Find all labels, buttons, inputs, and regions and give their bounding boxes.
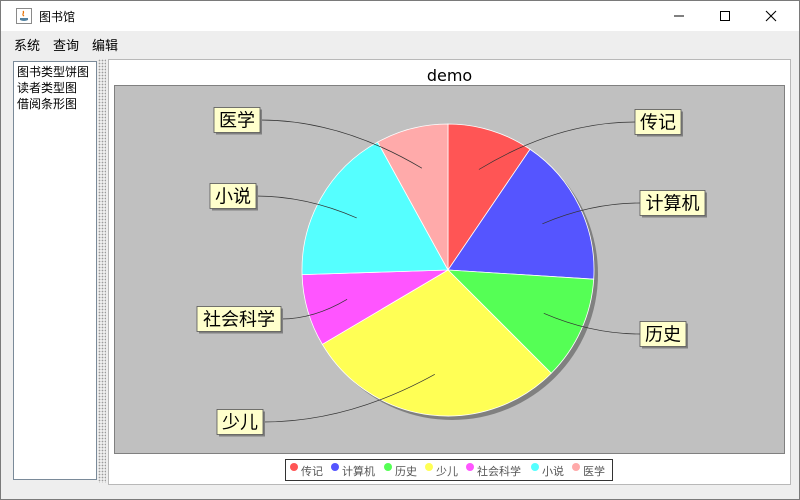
minimize-icon — [674, 15, 684, 17]
menu-bar: 系统 查询 编辑 — [1, 31, 799, 54]
slice-label-text-2: 计算机 — [646, 194, 700, 215]
java-app-icon — [16, 8, 32, 24]
legend-swatch-2 — [331, 463, 339, 471]
chart-tree: 图书类型饼图 读者类型图 借阅条形图 — [13, 61, 97, 480]
slice-label-text-3: 历史 — [645, 325, 681, 346]
minimize-button[interactable] — [656, 1, 702, 31]
maximize-icon — [720, 11, 730, 21]
legend-swatch-5 — [466, 463, 474, 471]
menu-query[interactable]: 查询 — [53, 35, 79, 54]
window-bottom-edge — [1, 485, 799, 499]
chart-title: demo — [426, 66, 473, 85]
slice-label-text-7: 医学 — [219, 111, 255, 132]
tree-item-reader-type-chart[interactable]: 读者类型图 — [17, 81, 77, 96]
legend-swatch-7 — [572, 463, 580, 471]
close-icon — [765, 10, 777, 22]
legend-swatch-1 — [290, 463, 298, 471]
legend-swatch-3 — [384, 463, 392, 471]
slice-label-3: 历史 — [639, 321, 688, 349]
slice-label-1: 传记 — [634, 109, 683, 137]
pie-chart: 传记计算机历史少儿 社会科学 小说 医学 — [196, 107, 707, 437]
chart-legend: 传记 计算机 历史 少儿 社会科学 小说 医学 — [285, 459, 613, 481]
slice-label-5: 社会科学 — [196, 306, 283, 334]
chart-panel: demo 传记 计算机 历史 少儿 社会科学 小说 医学 传记 计算机 历史 少儿 社会科学 小说 医学 — [108, 59, 791, 485]
legend-label-1: 传记 — [301, 465, 323, 478]
app-window: 图书馆 系统 查询 编辑 图书类型饼图 读者类型图 借阅条形图 demo 传记计… — [0, 0, 800, 500]
plot-area: 传记计算机历史少儿 社会科学 小说 医学 — [114, 85, 785, 454]
slice-label-text-5: 社会科学 — [203, 310, 275, 331]
slice-label-text-1: 传记 — [640, 113, 676, 134]
legend-label-4: 少儿 — [436, 465, 458, 478]
maximize-button[interactable] — [702, 1, 748, 31]
legend-label-6: 小说 — [542, 465, 564, 478]
slice-label-text-6: 小说 — [215, 187, 251, 208]
legend-label-7: 医学 — [583, 465, 605, 478]
window-title: 图书馆 — [39, 10, 76, 24]
split-pane-divider[interactable] — [98, 59, 106, 483]
legend-label-2: 计算机 — [342, 465, 375, 478]
slice-label-4: 少儿 — [216, 409, 265, 437]
legend-label-5: 社会科学 — [477, 465, 521, 478]
legend-label-3: 历史 — [395, 465, 417, 478]
slice-label-6: 小说 — [209, 183, 258, 211]
menu-edit[interactable]: 编辑 — [92, 35, 118, 54]
slice-label-7: 医学 — [213, 107, 262, 135]
legend-swatch-4 — [425, 463, 433, 471]
legend-swatch-6 — [531, 463, 539, 471]
close-button[interactable] — [748, 1, 794, 31]
tree-item-book-type-pie[interactable]: 图书类型饼图 — [17, 65, 89, 80]
slice-label-text-4: 少儿 — [222, 413, 258, 434]
menu-system[interactable]: 系统 — [14, 35, 40, 54]
tree-item-borrow-bar-chart[interactable]: 借阅条形图 — [17, 97, 77, 112]
slice-label-2: 计算机 — [639, 190, 707, 218]
title-bar: 图书馆 — [1, 1, 799, 31]
